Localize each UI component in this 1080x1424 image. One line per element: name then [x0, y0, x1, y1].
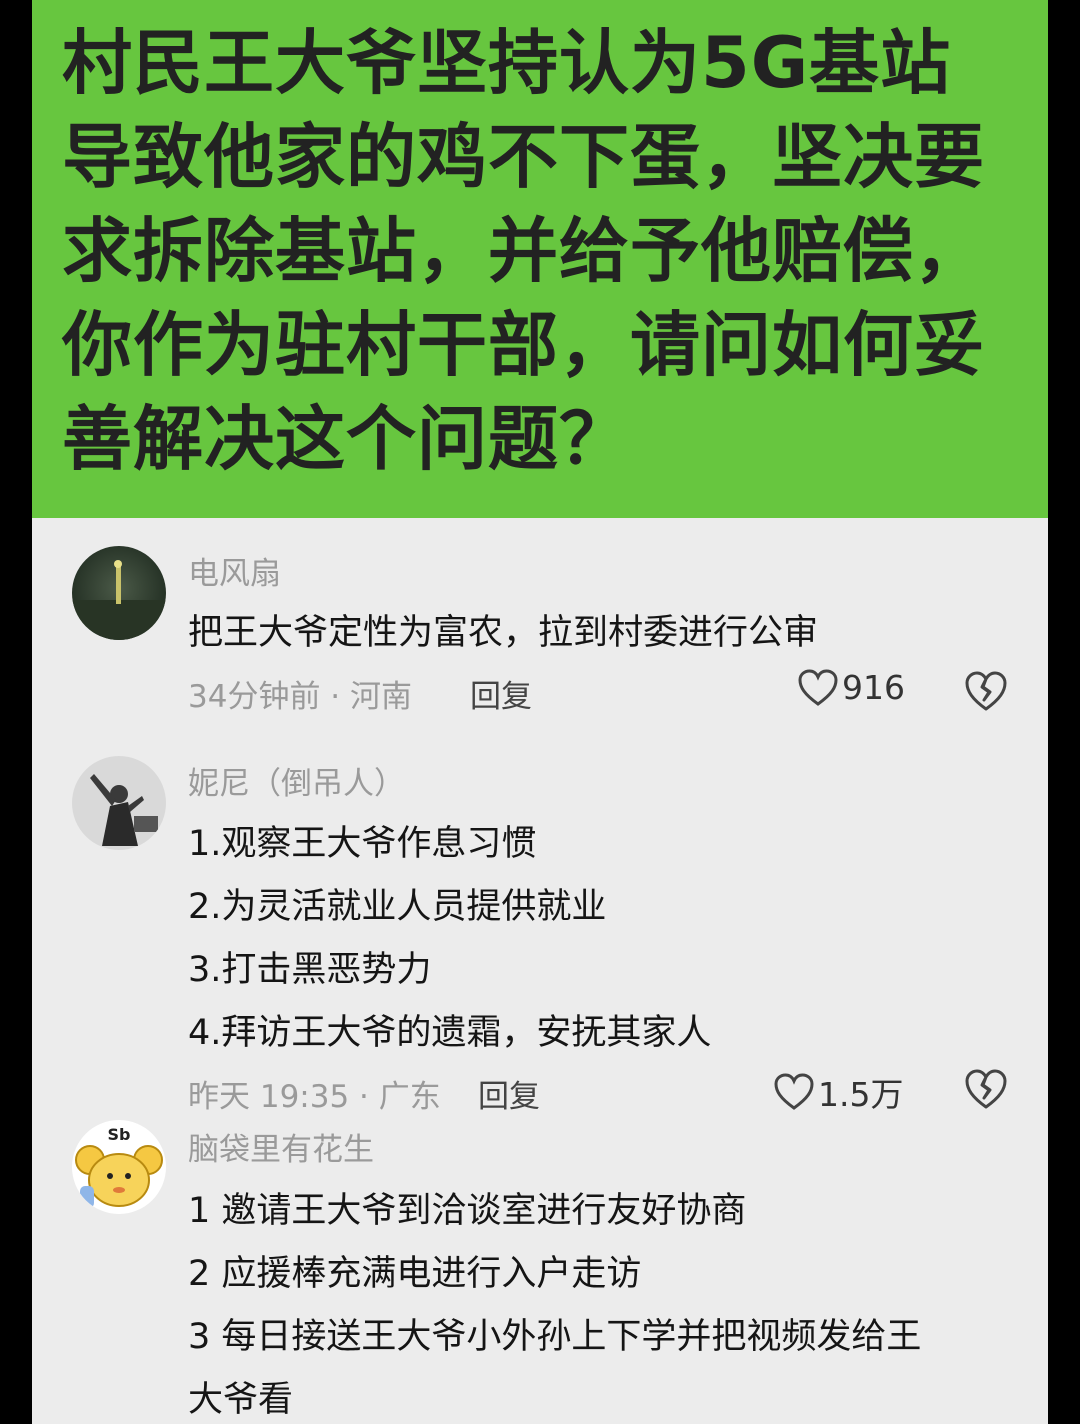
comment-meta: 34分钟前 · 河南 [188, 679, 413, 715]
comment-text-line: 3.打击黑恶势力 [188, 950, 432, 990]
question-title: 村民王大爷坚持认为5G基站 导致他家的鸡不下蛋，坚决要 求拆除基站，并给予他赔偿… [62, 22, 985, 480]
avatar-image [72, 546, 166, 640]
screenshot-frame: 村民王大爷坚持认为5G基站 导致他家的鸡不下蛋，坚决要 求拆除基站，并给予他赔偿… [32, 0, 1048, 1424]
heart-icon [798, 668, 838, 706]
avatar-badge: Sb [108, 1125, 131, 1144]
broken-heart-icon[interactable] [964, 1068, 1008, 1112]
comment-text-line: 2 应援棒充满电进行入户走访 [188, 1254, 642, 1294]
comment-text-line: 2.为灵活就业人员提供就业 [188, 887, 607, 927]
broken-heart-icon[interactable] [964, 670, 1008, 714]
comment-username[interactable]: 妮尼（倒吊人） [188, 758, 405, 803]
like-count: 916 [842, 668, 905, 707]
comment-text-line: 把王大爷定性为富农，拉到村委进行公审 [188, 613, 819, 653]
like-button[interactable]: 1.5万 [774, 1068, 903, 1116]
comment-username[interactable]: 脑袋里有花生 [188, 1124, 374, 1169]
comment-meta: 昨天 19:35 · 广东 [188, 1079, 441, 1115]
avatar[interactable] [72, 756, 166, 850]
heart-icon [774, 1073, 814, 1110]
comment-text-line: 1.观察王大爷作息习惯 [188, 824, 537, 864]
avatar[interactable]: Sb [72, 1120, 166, 1214]
comment-username[interactable]: 电风扇 [188, 548, 281, 593]
like-button[interactable]: 916 [798, 668, 905, 707]
reply-button[interactable]: 回复 [470, 671, 532, 716]
question-banner: 村民王大爷坚持认为5G基站 导致他家的鸡不下蛋，坚决要 求拆除基站，并给予他赔偿… [32, 0, 1048, 518]
reply-button[interactable]: 回复 [478, 1071, 540, 1116]
comment-text-line: 4.拜访王大爷的遗霜，安抚其家人 [188, 1013, 712, 1053]
comment-text-line: 3 每日接送王大爷小外孙上下学并把视频发给王 [188, 1317, 922, 1357]
comment-text-line: 1 邀请王大爷到洽谈室进行友好协商 [188, 1191, 747, 1231]
like-count: 1.5万 [818, 1075, 904, 1114]
avatar-image: Sb [72, 1120, 166, 1214]
avatar[interactable] [72, 546, 166, 640]
comment-text-line: 大爷看 [188, 1380, 294, 1420]
avatar-image [72, 756, 166, 850]
